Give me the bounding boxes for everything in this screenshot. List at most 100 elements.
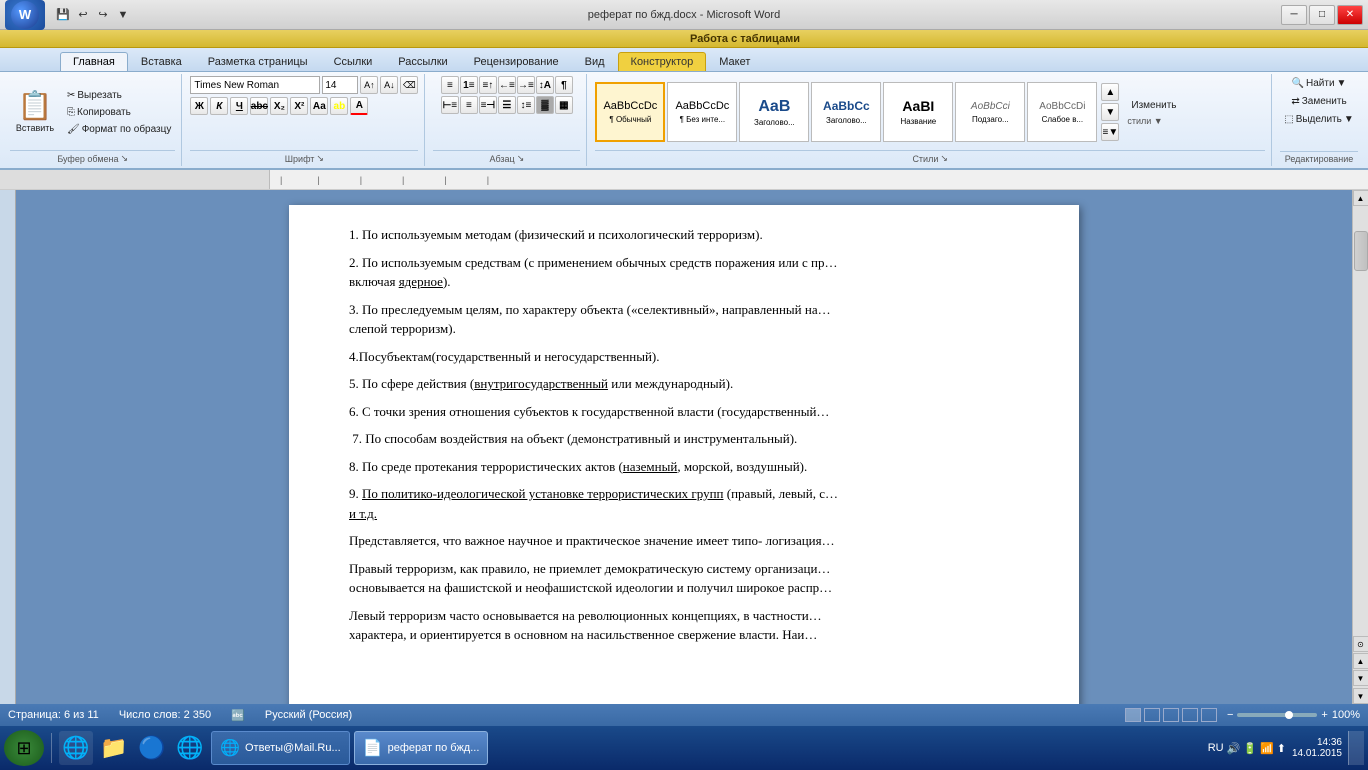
ruler-left-margin xyxy=(0,170,270,189)
increase-indent-button[interactable]: →≡ xyxy=(517,76,535,94)
sort-button[interactable]: ↕A xyxy=(536,76,554,94)
copy-icon: ⎘ xyxy=(67,107,75,118)
scroll-thumb[interactable] xyxy=(1354,231,1368,271)
tab-design[interactable]: Конструктор xyxy=(618,52,707,71)
scroll-next-button[interactable]: ▼ xyxy=(1353,670,1368,686)
tab-references[interactable]: Ссылки xyxy=(321,52,386,71)
bold-button[interactable]: Ж xyxy=(190,97,208,115)
zoom-slider[interactable] xyxy=(1237,713,1317,717)
highlight-button[interactable]: ab xyxy=(330,97,348,115)
styles-content: AaBbCcDc ¶ Обычный AaBbCcDc ¶ Без инте..… xyxy=(595,76,1265,148)
find-button[interactable]: 🔍 Найти ▼ xyxy=(1288,76,1351,91)
underline-ground: наземный xyxy=(623,459,678,474)
paste-button[interactable]: 📋 Вставить xyxy=(10,79,60,145)
tab-layout[interactable]: Макет xyxy=(706,52,763,71)
zoom-in-button[interactable]: + xyxy=(1321,709,1327,721)
bullets-button[interactable]: ≡ xyxy=(441,76,459,94)
align-center-button[interactable]: ≡ xyxy=(460,96,478,114)
scroll-down-button[interactable]: ▼ xyxy=(1353,688,1368,704)
tab-page-layout[interactable]: Разметка страницы xyxy=(195,52,321,71)
align-right-button[interactable]: ≡⊣ xyxy=(479,96,497,114)
change-styles-button[interactable]: Изменить xyxy=(1127,98,1180,113)
justify-button[interactable]: ☰ xyxy=(498,96,516,114)
font-color-button[interactable]: А xyxy=(350,97,368,115)
font-size-decrease-button[interactable]: A↓ xyxy=(380,76,398,94)
zoom-out-button[interactable]: − xyxy=(1227,709,1233,721)
maximize-button[interactable]: □ xyxy=(1309,5,1335,25)
format-painter-button[interactable]: 🖌 Формат по образцу xyxy=(63,122,175,137)
show-marks-button[interactable]: ¶ xyxy=(555,76,573,94)
multilevel-button[interactable]: ≡↑ xyxy=(479,76,497,94)
copy-button[interactable]: ⎘ Копировать xyxy=(63,105,175,120)
scroll-up-button[interactable]: ▲ xyxy=(1353,190,1368,206)
styles-expand[interactable]: ≡▼ xyxy=(1101,123,1119,141)
italic-button[interactable]: К xyxy=(210,97,228,115)
clear-format-button[interactable]: ⌫ xyxy=(400,76,418,94)
strikethrough-button[interactable]: abc xyxy=(250,97,268,115)
taskbar-item-word[interactable]: 📄 реферат по бжд... xyxy=(354,731,489,765)
show-desktop-button[interactable] xyxy=(1348,731,1364,765)
change-case-button[interactable]: Аа xyxy=(310,97,328,115)
clipboard-expand-icon[interactable]: ↘ xyxy=(120,153,128,164)
superscript-button[interactable]: X² xyxy=(290,97,308,115)
scroll-prev-button[interactable]: ▲ xyxy=(1353,653,1368,669)
decrease-indent-button[interactable]: ←≡ xyxy=(498,76,516,94)
taskbar-icon-explorer[interactable]: 📁 xyxy=(97,731,131,765)
font-size-input[interactable] xyxy=(322,76,358,94)
tab-view[interactable]: Вид xyxy=(572,52,618,71)
paragraph-9: 9. По политико-идеологической установке … xyxy=(349,484,1019,523)
cut-button[interactable]: ✂ Вырезать xyxy=(63,88,175,103)
subscript-button[interactable]: X₂ xyxy=(270,97,288,115)
minimize-button[interactable]: ─ xyxy=(1281,5,1307,25)
draft-view[interactable] xyxy=(1201,708,1217,722)
print-layout-view[interactable] xyxy=(1125,708,1141,722)
close-button[interactable]: ✕ xyxy=(1337,5,1363,25)
save-button[interactable]: 💾 xyxy=(54,6,72,24)
scroll-select-object[interactable]: ⊙ xyxy=(1353,636,1368,652)
style-heading1[interactable]: AaB Заголово... xyxy=(739,82,809,142)
quick-access-dropdown[interactable]: ▼ xyxy=(114,6,132,24)
shading-button[interactable]: ▓ xyxy=(536,96,554,114)
replace-button[interactable]: ⇄ Заменить xyxy=(1287,94,1350,109)
web-layout-view[interactable] xyxy=(1163,708,1179,722)
styles-list: AaBbCcDc ¶ Обычный AaBbCcDc ¶ Без инте..… xyxy=(595,82,1119,142)
office-button[interactable]: W xyxy=(5,0,45,30)
font-name-input[interactable] xyxy=(190,76,320,94)
style-normal[interactable]: AaBbCcDc ¶ Обычный xyxy=(595,82,665,142)
taskbar-icon-ie[interactable]: 🌐 xyxy=(59,731,93,765)
document-scroll-area[interactable]: 1. По используемым методам (физический и… xyxy=(16,190,1352,704)
font-size-increase-button[interactable]: A↑ xyxy=(360,76,378,94)
right-scrollbar[interactable]: ▲ ⊙ ▲ ▼ ▼ xyxy=(1352,190,1368,704)
styles-scroll-up[interactable]: ▲ xyxy=(1101,83,1119,101)
taskbar-icon-chrome[interactable]: 🌐 xyxy=(173,731,207,765)
paragraph-expand-icon[interactable]: ↘ xyxy=(517,153,525,164)
underline-button[interactable]: Ч xyxy=(230,97,248,115)
undo-button[interactable]: ↩ xyxy=(74,6,92,24)
styles-scroll-down[interactable]: ▼ xyxy=(1101,103,1119,121)
office-orb: W xyxy=(11,1,39,29)
style-title[interactable]: AaBI Название xyxy=(883,82,953,142)
borders-button[interactable]: ▦ xyxy=(555,96,573,114)
taskbar-item-mail[interactable]: 🌐 Ответы@Mail.Ru... xyxy=(211,731,350,765)
start-button[interactable]: ⊞ xyxy=(4,730,44,766)
style-subtle[interactable]: AoBbCcDi Слабое в... xyxy=(1027,82,1097,142)
taskbar-icon-ie2[interactable]: 🔵 xyxy=(135,731,169,765)
full-reading-view[interactable] xyxy=(1144,708,1160,722)
select-button[interactable]: ⬚ Выделить ▼ xyxy=(1280,112,1358,127)
redo-button[interactable]: ↪ xyxy=(94,6,112,24)
tab-mailings[interactable]: Рассылки xyxy=(385,52,460,71)
style-heading2[interactable]: AaBbCc Заголово... xyxy=(811,82,881,142)
taskbar-word-label: реферат по бжд... xyxy=(388,742,480,754)
tab-insert[interactable]: Вставка xyxy=(128,52,195,71)
tab-home[interactable]: Главная xyxy=(60,52,128,71)
tab-review[interactable]: Рецензирование xyxy=(461,52,572,71)
style-subtitle[interactable]: AoBbCci Подзаго... xyxy=(955,82,1025,142)
styles-expand-icon[interactable]: ↘ xyxy=(940,153,948,164)
zoom-slider-thumb[interactable] xyxy=(1285,711,1293,719)
line-spacing-button[interactable]: ↕≡ xyxy=(517,96,535,114)
outline-view[interactable] xyxy=(1182,708,1198,722)
font-expand-icon[interactable]: ↘ xyxy=(316,153,324,164)
numbering-button[interactable]: 1≡ xyxy=(460,76,478,94)
style-no-spacing[interactable]: AaBbCcDc ¶ Без инте... xyxy=(667,82,737,142)
align-left-button[interactable]: ⊢≡ xyxy=(441,96,459,114)
